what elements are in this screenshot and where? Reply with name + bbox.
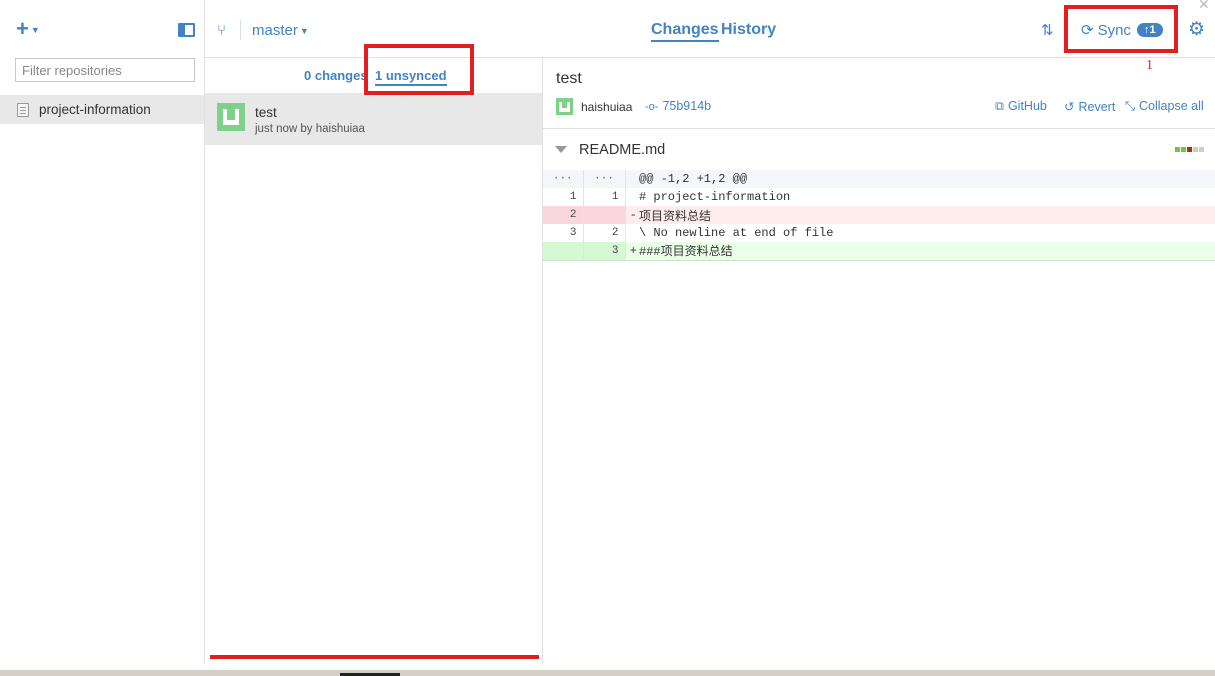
old-line-number[interactable]: ··· [543, 170, 584, 188]
diffstat-neutral-block [1199, 147, 1204, 152]
commit-author: haishuiaa [581, 100, 633, 114]
commit-detail-title: test [556, 70, 582, 87]
close-icon[interactable]: ✕ [1198, 0, 1210, 13]
collapse-icon: ⤡ [1125, 99, 1136, 113]
annotation-underline [210, 655, 539, 659]
annotation-number: 1 [1146, 58, 1153, 73]
diff-sign [625, 170, 639, 188]
new-line-number[interactable]: 2 [583, 224, 626, 242]
branch-icon: ⑂ [217, 22, 227, 39]
toolbar-divider [240, 20, 241, 40]
commit-detail-pane: test haishuiaa -o- 75b914b ⧉ GitHub ↺ Rever… [543, 58, 1215, 664]
annotation-box-sync [1064, 5, 1178, 53]
revert-button[interactable]: ↺ Revert [1064, 99, 1115, 114]
diff-context-row: 3 2 \ No newline at end of file [543, 224, 1215, 242]
diff-hunk-row: ··· ··· @@ -1,2 +1,2 @@ [543, 170, 1215, 188]
commit-sha: 75b914b [662, 99, 712, 113]
old-line-number[interactable] [543, 242, 584, 261]
avatar [217, 103, 245, 131]
diff-context-row: 1 1 # project-information [543, 188, 1215, 206]
commit-icon: -o- [645, 101, 659, 113]
sidebar-item-repository[interactable]: project-information [0, 95, 204, 124]
diff-code: 项目资料总结 [639, 209, 712, 224]
gear-icon[interactable]: ⚙ [1188, 18, 1205, 41]
diff-code: # project-information [639, 190, 791, 204]
commit-meta: just now by haishuiaa [255, 123, 365, 135]
new-line-number[interactable]: ··· [583, 170, 626, 188]
commit-title: test [255, 105, 277, 120]
branch-selector[interactable]: master ▼ [252, 22, 309, 39]
toggle-sidebar-icon[interactable] [178, 23, 195, 37]
diff-code: ###项目资料总结 [639, 242, 1215, 261]
diff-sign: + [625, 242, 639, 261]
open-on-github-button[interactable]: ⧉ GitHub [995, 99, 1047, 114]
collapse-all-button[interactable]: ⤡ Collapse all [1125, 99, 1204, 114]
diff-deletion-row: 2 - 项目资料总结 [543, 206, 1215, 224]
diffstat-del-block [1187, 147, 1192, 152]
old-line-number[interactable]: 2 [543, 206, 584, 224]
diff-code: @@ -1,2 +1,2 @@ [639, 172, 748, 186]
collapse-file-icon[interactable] [555, 146, 567, 153]
window-bottom-edge [0, 664, 1215, 676]
diff-sign: - [629, 208, 637, 222]
diff-sign [625, 224, 639, 242]
tab-changes[interactable]: Changes [651, 21, 719, 42]
collapse-label: Collapse all [1139, 99, 1204, 113]
divider [543, 128, 1215, 129]
file-name: README.md [579, 142, 666, 158]
external-link-icon: ⧉ [995, 99, 1004, 113]
old-line-number[interactable]: 3 [543, 224, 584, 242]
chevron-down-icon: ▼ [30, 25, 40, 36]
diffstat-neutral-block [1193, 147, 1198, 152]
branch-name: master [252, 22, 298, 39]
file-diff-header: README.md [543, 130, 1215, 170]
chevron-down-icon: ▼ [299, 26, 309, 37]
repository-sidebar: +▼ project-information [0, 0, 205, 664]
tab-changes-count[interactable]: 0 changes [304, 68, 368, 83]
new-line-number[interactable]: 3 [583, 242, 626, 261]
commit-list-pane: 0 changes 1 unsynced test just now by ha… [205, 58, 543, 664]
revert-icon: ↺ [1064, 100, 1075, 114]
filter-repositories-input[interactable] [15, 58, 195, 82]
repository-name: project-information [39, 102, 151, 117]
repository-icon [17, 102, 29, 117]
github-label: GitHub [1007, 99, 1047, 113]
diff-code: \ No newline at end of file [639, 226, 834, 240]
diffstat [1175, 147, 1204, 152]
avatar [556, 98, 573, 115]
old-line-number[interactable]: 1 [543, 188, 584, 206]
diff-sign [625, 188, 639, 206]
pull-request-icon[interactable]: ⇅ [1041, 21, 1054, 39]
commit-list-item[interactable]: test just now by haishuiaa [205, 93, 542, 145]
new-line-number[interactable] [583, 206, 626, 224]
revert-label: Revert [1078, 100, 1116, 114]
tab-history[interactable]: History [721, 21, 776, 39]
diff-addition-row: 3 + ###项目资料总结 [543, 242, 1215, 261]
add-repository-button[interactable]: + ▼ [16, 17, 40, 39]
annotation-box-unsynced [364, 44, 474, 95]
diffstat-add-block [1181, 147, 1186, 152]
commit-sha-link[interactable]: -o- 75b914b [645, 99, 711, 113]
sidebar-toolbar: + ▼ [0, 0, 204, 58]
diff-table: ··· ··· @@ -1,2 +1,2 @@ 1 1 # project-in… [543, 170, 1215, 261]
diffstat-add-block [1175, 147, 1180, 152]
new-line-number[interactable]: 1 [583, 188, 626, 206]
